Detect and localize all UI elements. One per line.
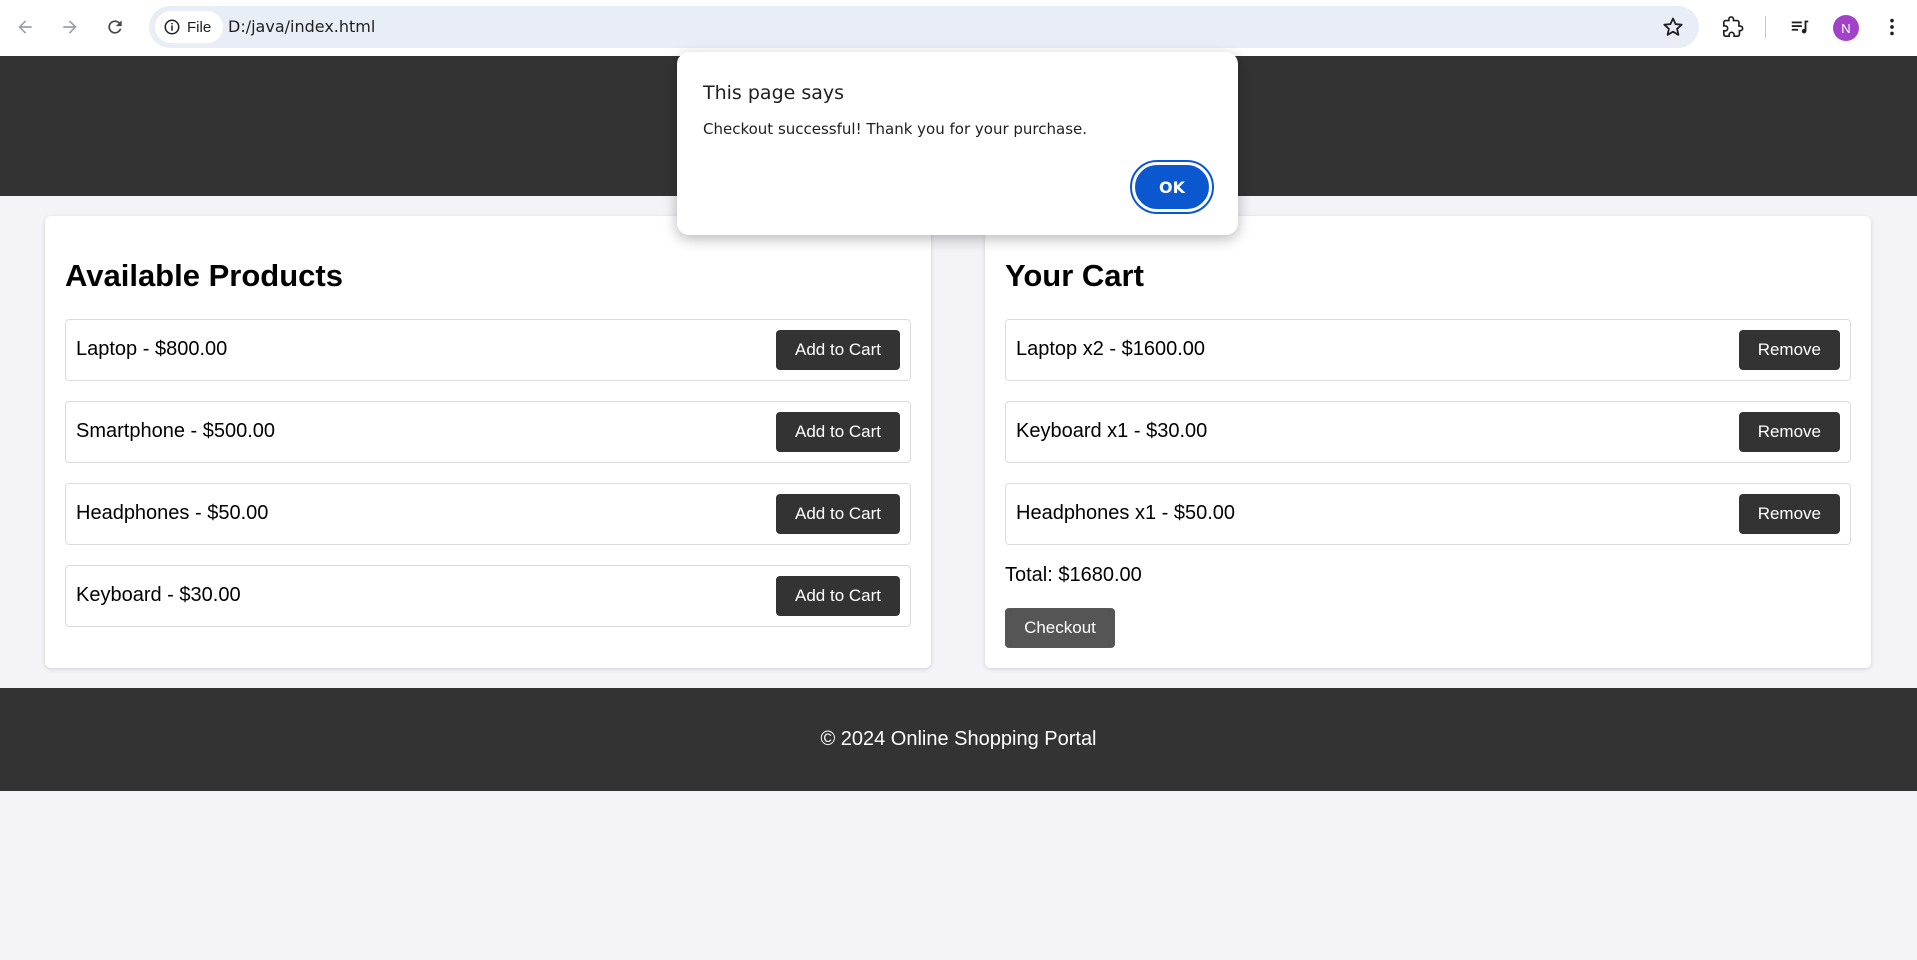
site-footer: © 2024 Online Shopping Portal (0, 688, 1917, 791)
cart-item-label: Laptop x2 - $1600.00 (1016, 338, 1206, 360)
cart-heading: Your Cart (1005, 258, 1144, 293)
reload-button[interactable] (98, 10, 132, 44)
browser-toolbar: File D:/java/index.html N (0, 0, 1917, 56)
remove-button[interactable]: Remove (1738, 412, 1840, 452)
remove-button[interactable]: Remove (1738, 330, 1840, 370)
add-to-cart-button[interactable]: Add to Cart (776, 412, 900, 452)
cart-item-label: Keyboard x1 - $30.00 (1016, 420, 1208, 442)
cart-panel: Your Cart Laptop x2 - $1600.00 Remove Ke… (985, 216, 1871, 668)
back-button[interactable] (8, 10, 42, 44)
toolbar-separator (1765, 16, 1766, 38)
puzzle-icon (1723, 16, 1744, 37)
product-label: Keyboard - $30.00 (76, 584, 241, 606)
back-arrow-icon (18, 20, 32, 34)
products-heading: Available Products (65, 258, 343, 293)
playlist-music-icon (1791, 20, 1809, 34)
site-info-chip[interactable]: File (155, 11, 224, 43)
ok-button[interactable]: OK (1130, 160, 1214, 214)
product-item: Keyboard - $30.00 Add to Cart (65, 565, 911, 627)
more-vertical-icon (1890, 18, 1894, 36)
media-controls-button[interactable] (1785, 12, 1815, 42)
product-label: Laptop - $800.00 (76, 338, 228, 360)
remove-button[interactable]: Remove (1738, 494, 1840, 534)
reload-icon (108, 20, 122, 34)
cart-item: Keyboard x1 - $30.00 Remove (1005, 401, 1851, 463)
checkout-button[interactable]: Checkout (1005, 608, 1115, 648)
product-label: Smartphone - $500.00 (76, 420, 276, 442)
product-label: Headphones - $50.00 (76, 502, 269, 524)
cart-item: Laptop x2 - $1600.00 Remove (1005, 319, 1851, 381)
extensions-button[interactable] (1718, 12, 1748, 42)
bookmark-star-icon[interactable] (1661, 15, 1685, 39)
dialog-message: Checkout successful! Thank you for your … (703, 120, 1088, 138)
cart-item: Headphones x1 - $50.00 Remove (1005, 483, 1851, 545)
footer-text: © 2024 Online Shopping Portal (820, 728, 1097, 750)
alert-dialog: This page says Checkout successful! Than… (677, 52, 1238, 235)
add-to-cart-button[interactable]: Add to Cart (776, 494, 900, 534)
dialog-title: This page says (703, 82, 845, 104)
products-panel: Available Products Laptop - $800.00 Add … (45, 216, 931, 668)
address-bar[interactable]: File D:/java/index.html (149, 6, 1699, 48)
forward-arrow-icon (63, 20, 77, 34)
product-item: Headphones - $50.00 Add to Cart (65, 483, 911, 545)
cart-total: Total: $1680.00 (1005, 564, 1142, 586)
cart-item-label: Headphones x1 - $50.00 (1016, 502, 1236, 524)
profile-avatar[interactable]: N (1833, 15, 1859, 41)
browser-menu-button[interactable] (1877, 12, 1907, 42)
url-text[interactable]: D:/java/index.html (228, 17, 375, 36)
forward-button[interactable] (53, 10, 87, 44)
product-item: Smartphone - $500.00 Add to Cart (65, 401, 911, 463)
add-to-cart-button[interactable]: Add to Cart (776, 330, 900, 370)
product-item: Laptop - $800.00 Add to Cart (65, 319, 911, 381)
info-icon (164, 19, 180, 35)
add-to-cart-button[interactable]: Add to Cart (776, 576, 900, 616)
site-chip-label: File (187, 18, 212, 36)
